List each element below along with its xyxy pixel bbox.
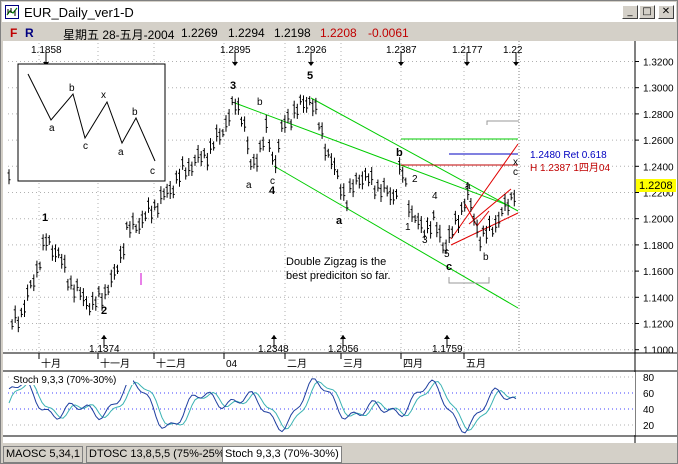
date-tick-label: 十一月 [100,357,130,370]
price-tick-label: 1.1800 [643,241,674,252]
close-button[interactable]: ✕ [658,5,674,19]
indicator-tab-bar: MAOSC 5,34,1 DTOSC 13,8,5,5 (75%-25%) St… [2,445,676,463]
bottom-mark-label: 1.1759 [432,344,463,355]
change-value: -0.0061 [368,26,409,40]
chart-area[interactable]: 1.1858 1.2895 1.2926 1.2387 1.2177 1.22 … [3,41,677,443]
pattern-label: x [101,90,106,101]
wave-label: 2 [101,305,107,317]
top-mark-label: 1.2926 [296,45,327,56]
note-line: best prediciton so far. [286,270,391,282]
stoch-tick-label: 80 [643,373,655,384]
chart-window-icon [5,5,19,19]
price-tick-label: 1.3200 [643,58,674,69]
stoch-tick-label: 40 [643,405,655,416]
chart-window: EUR_Daily_ver1-D _ □ ✕ F R 星期五 28-五月-200… [0,0,678,464]
price-tick-label: 1.1200 [643,320,674,331]
wave-pattern-inset: a b c x a b c [17,63,166,182]
tab-dtosc[interactable]: DTOSC 13,8,5,5 (75%-25%) [86,446,232,463]
stoch-label: Stoch 9,3,3 (70%-30%) [13,375,116,386]
date-tick-label: 五月 [466,358,486,370]
top-mark-label: 1.22 [503,45,523,56]
price-axis[interactable]: 1.32001.30001.28001.26001.24001.22001.20… [635,58,674,357]
pattern-label: a [49,123,55,134]
date-tick-label: 十月 [41,357,61,370]
bottom-mark-label: 1.1374 [89,344,120,355]
high-label: H 1.2387 1四月04 [530,162,610,174]
date-axis: 十月 十一月 十二月 04 二月 三月 四月 五月 [38,353,486,370]
date-tick-label: 四月 [403,358,423,370]
retracement-label: 1.2480 Ret 0.618 [530,150,607,161]
info-bar: F R 星期五 28-五月-2004 1.2269 1.2294 1.2198 … [2,23,676,42]
window-title: EUR_Daily_ver1-D [24,5,134,20]
tab-maosc[interactable]: MAOSC 5,34,1 [3,446,83,463]
wave-label: 1 [42,212,48,224]
wave-label: 5 [444,249,450,260]
stoch-axis: 80 60 40 20 [643,373,655,432]
open-value: 1.2269 [181,26,218,40]
date-tick-label: 十二月 [156,357,186,370]
top-mark-label: 1.2387 [386,45,417,56]
price-tick-label: 1.1000 [643,346,674,357]
date-tick-label: 三月 [343,358,363,370]
wave-label: c [446,261,452,273]
wave-label: 3 [230,80,236,92]
pattern-label: b [132,107,138,118]
pattern-label: a [118,147,124,158]
note-line: Double Zigzag is the [286,256,386,268]
price-tick-label: 1.1600 [643,267,674,278]
wave-label: a [336,215,343,227]
close-value: 1.2208 [320,26,357,40]
price-tick-label: 1.2800 [643,110,674,121]
wave-label: a [465,181,471,192]
wave-label: x [513,157,518,168]
pattern-label: c [83,141,88,152]
bottom-mark-label: 1.2348 [258,344,289,355]
wave-label: 3 [422,235,428,246]
price-tick-label: 1.3000 [643,84,674,95]
price-tick-label: 1.2600 [643,136,674,147]
top-mark-label: 1.1858 [31,45,62,56]
wave-label: 1 [405,222,411,233]
wave-label: 5 [307,70,313,82]
price-tick-label: 1.2400 [643,162,674,173]
stoch-tick-label: 60 [643,389,655,400]
tab-stoch[interactable]: Stoch 9,3,3 (70%-30%) [222,446,342,463]
bottom-mark-label: 1.2056 [328,344,359,355]
minimize-button[interactable]: _ [622,5,638,19]
wave-label: 4 [432,191,438,202]
top-mark-label: 1.2177 [452,45,483,56]
r-button[interactable]: R [25,26,34,40]
wave-label: c [270,176,275,187]
wave-label: b [396,147,403,159]
high-value: 1.2294 [228,26,265,40]
current-price-label: 1.2208 [639,180,673,192]
title-bar[interactable]: EUR_Daily_ver1-D _ □ ✕ [2,2,676,22]
minimize-icon: _ [627,6,633,17]
wave-label: b [483,252,489,263]
stoch-tick-label: 20 [643,421,655,432]
f-button[interactable]: F [10,26,17,40]
pattern-label: c [150,166,155,177]
date-tick-label: 二月 [287,358,307,370]
wave-label: c [513,167,518,178]
price-tick-label: 1.2000 [643,215,674,226]
wave-label: b [257,97,263,108]
maximize-button[interactable]: □ [639,5,655,19]
top-mark-label: 1.2895 [220,45,251,56]
wave-label: a [246,180,252,191]
maximize-icon: □ [642,6,652,17]
chart-canvas[interactable]: 1.1858 1.2895 1.2926 1.2387 1.2177 1.22 … [3,41,677,443]
wave-label: 2 [412,174,418,185]
low-value: 1.2198 [274,26,311,40]
date-tick-label: 04 [226,359,238,370]
pattern-label: b [69,83,75,94]
price-tick-label: 1.1400 [643,293,674,304]
close-icon: ✕ [661,6,671,17]
